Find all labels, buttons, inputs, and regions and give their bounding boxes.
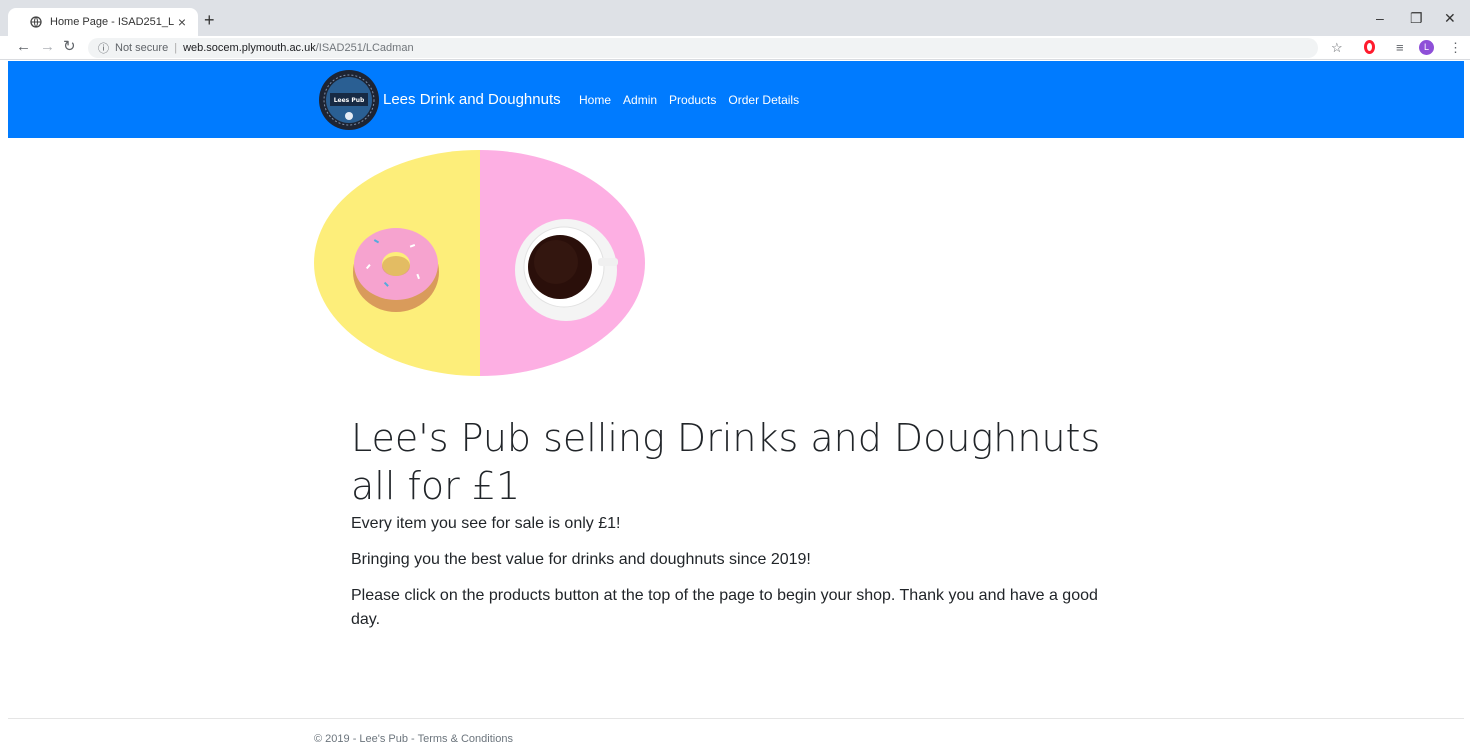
nav-products-link[interactable]: Products bbox=[669, 92, 716, 108]
restore-button[interactable]: ❐ bbox=[1410, 10, 1423, 27]
instructions-paragraph: Please click on the products button at t… bbox=[351, 587, 1098, 628]
browser-toolbar: ← → ↻ ⓘ Not secure | web.socem.plymouth.… bbox=[0, 36, 1470, 60]
pub-logo[interactable]: Lees Pub bbox=[318, 69, 380, 131]
browser-tab-strip: Home Page - ISAD251_Lee × + – ❐ ✕ bbox=[0, 0, 1470, 36]
url-path: /ISAD251/LCadman bbox=[315, 42, 414, 54]
hero-image bbox=[314, 150, 645, 376]
nav-admin-link[interactable]: Admin bbox=[623, 92, 657, 108]
nav-order-details-link[interactable]: Order Details bbox=[728, 92, 799, 108]
info-icon[interactable]: ⓘ bbox=[98, 40, 109, 56]
new-tab-button[interactable]: + bbox=[204, 11, 215, 29]
bookmark-star-icon[interactable]: ☆ bbox=[1331, 39, 1343, 57]
tab-title: Home Page - ISAD251_Lee bbox=[50, 16, 174, 28]
browser-tab[interactable]: Home Page - ISAD251_Lee × bbox=[8, 8, 198, 36]
doughnut-icon bbox=[353, 228, 439, 312]
address-bar[interactable]: ⓘ Not secure | web.socem.plymouth.ac.uk /… bbox=[88, 38, 1318, 58]
back-arrow-icon[interactable]: ← bbox=[16, 38, 31, 56]
footer-divider bbox=[8, 718, 1464, 719]
brand-name[interactable]: Lees Drink and Doughnuts bbox=[383, 91, 561, 109]
url-separator: | bbox=[174, 42, 178, 54]
globe-icon bbox=[30, 16, 42, 28]
menu-kebab-icon[interactable]: ⋮ bbox=[1449, 39, 1462, 57]
profile-avatar[interactable]: L bbox=[1419, 40, 1434, 55]
page-heading: Lee's Pub selling Drinks and Doughnuts a… bbox=[351, 416, 1101, 508]
reading-list-icon[interactable]: ≡ bbox=[1396, 39, 1404, 57]
nav-home-link[interactable]: Home bbox=[579, 92, 611, 108]
tab-close-icon[interactable]: × bbox=[174, 14, 190, 30]
intro-paragraph: Every item you see for sale is only £1! bbox=[351, 515, 621, 532]
footer-copyright: © 2019 - Lee's Pub - bbox=[314, 733, 418, 745]
url-host: web.socem.plymouth.ac.uk bbox=[183, 42, 316, 54]
site-navbar: Lees Pub Lees Drink and Doughnuts Home A… bbox=[8, 61, 1464, 138]
value-paragraph: Bringing you the best value for drinks a… bbox=[351, 551, 811, 568]
svg-text:Lees Pub: Lees Pub bbox=[334, 97, 365, 104]
close-window-button[interactable]: ✕ bbox=[1444, 10, 1456, 27]
footer: © 2019 - Lee's Pub - Terms & Conditions bbox=[314, 733, 513, 745]
nav-links: Home Admin Products Order Details bbox=[579, 92, 799, 108]
minimize-button[interactable]: – bbox=[1376, 10, 1384, 26]
forward-arrow-icon[interactable]: → bbox=[40, 38, 55, 56]
not-secure-label: Not secure bbox=[115, 42, 169, 54]
main-content: Lee's Pub selling Drinks and Doughnuts a… bbox=[351, 414, 1131, 644]
opera-icon[interactable] bbox=[1364, 40, 1375, 54]
terms-link[interactable]: Terms & Conditions bbox=[418, 733, 513, 745]
reload-icon[interactable]: ↻ bbox=[63, 38, 76, 56]
